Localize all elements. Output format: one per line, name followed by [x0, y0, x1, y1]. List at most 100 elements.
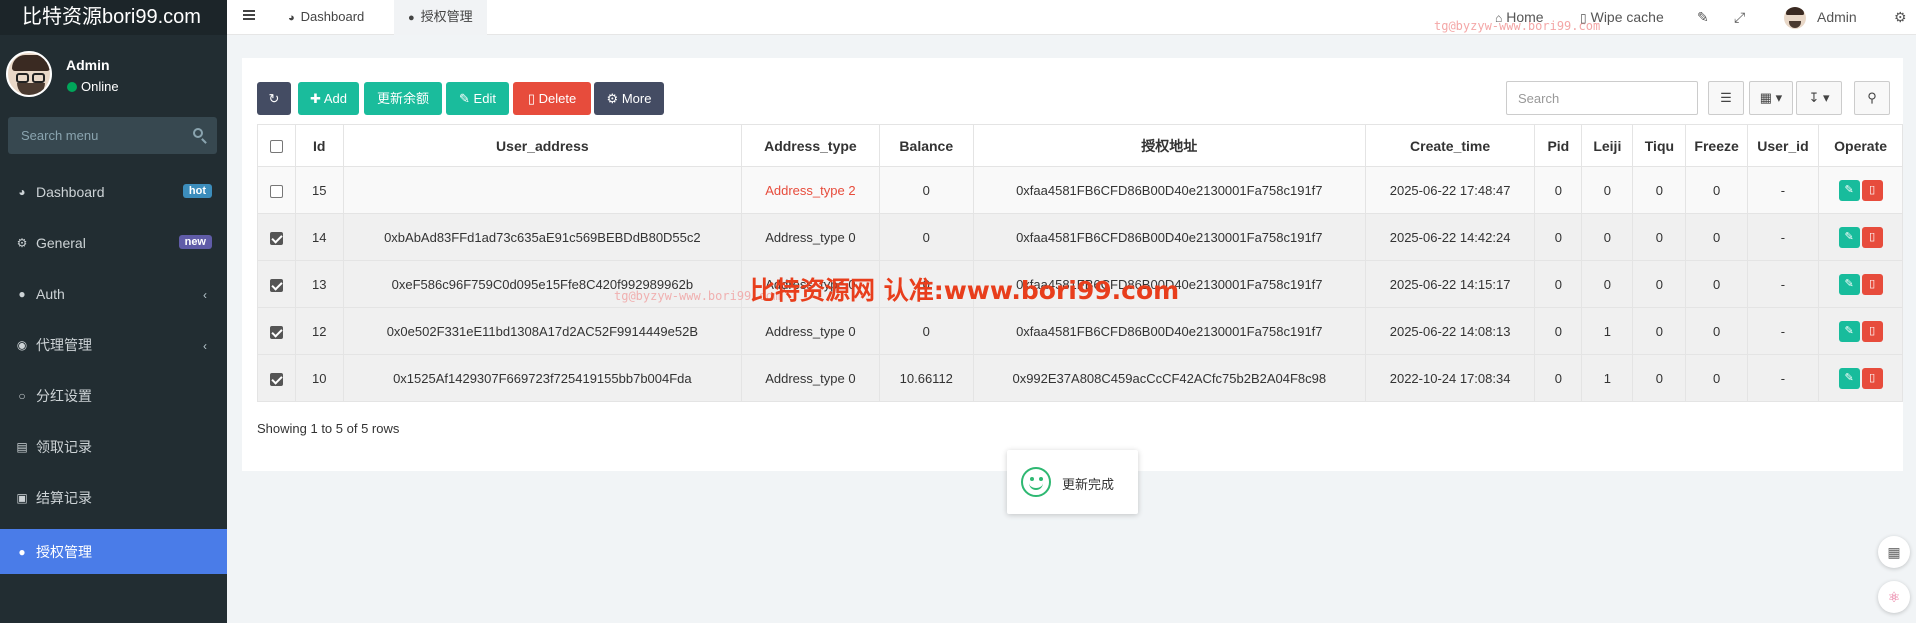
cell-freeze: 0 [1685, 307, 1748, 355]
column-header[interactable]: Address_type [740, 124, 880, 167]
refresh-button[interactable]: ↻ [257, 82, 291, 115]
cell-user-address [342, 166, 742, 214]
column-header[interactable]: Freeze [1685, 124, 1748, 167]
users-icon: ● [18, 544, 26, 559]
menu-toggle-icon[interactable] [243, 10, 255, 20]
column-header[interactable]: User_id [1746, 124, 1820, 167]
grid-icon: ▦ ▾ [1759, 90, 1783, 105]
sidebar-item-dashboard[interactable]: ◕ Dashboard hot [0, 166, 227, 217]
select-all-header[interactable] [257, 124, 296, 167]
row-delete-button[interactable]: ▯ [1861, 179, 1883, 201]
home-link[interactable]: ⌂ Home [1495, 0, 1544, 35]
cell-tiqu: 0 [1632, 213, 1687, 261]
avatar [6, 51, 52, 97]
top-navbar: ◕ Dashboard ● 授权管理 tg@byzyw-www.bori99.com… [227, 0, 1916, 35]
language-button[interactable]: ✎ [1697, 0, 1709, 35]
row-checkbox[interactable] [269, 184, 283, 198]
admin-menu[interactable]: Admin [1817, 0, 1857, 35]
cell-leiji: 1 [1581, 354, 1634, 402]
qr-code-button[interactable]: ▦ [1878, 536, 1910, 568]
cell-user-id: - [1746, 213, 1820, 261]
circle-icon: ○ [18, 388, 26, 403]
sidebar-item-dividend[interactable]: ○ 分红设置 [0, 370, 227, 421]
tab-dashboard[interactable]: ◕ Dashboard [274, 0, 378, 35]
table-header-row: Id User_address Address_type Balance 授权地… [257, 124, 1903, 167]
more-button[interactable]: ⚙ More [594, 82, 664, 115]
cell-create-time: 2022-10-24 17:08:34 [1364, 354, 1536, 402]
cell-freeze: 0 [1685, 354, 1748, 402]
cell-freeze: 0 [1685, 166, 1748, 214]
app-logo[interactable]: 比特资源bori99.com [0, 0, 227, 35]
columns-button[interactable]: ▦ ▾ [1749, 81, 1793, 115]
translate-button[interactable]: ⚛ [1878, 581, 1910, 613]
add-button[interactable]: ✚ Add [298, 82, 359, 115]
cell-auth-address: 0xfaa4581FB6CFD86B00D40e2130001Fa758c191… [972, 213, 1366, 261]
update-balance-button[interactable]: 更新余额 [364, 82, 442, 115]
cell-tiqu: 0 [1632, 166, 1687, 214]
data-table: Id User_address Address_type Balance 授权地… [257, 124, 1903, 402]
row-delete-button[interactable]: ▯ [1861, 367, 1883, 389]
watermark-banner: 比特资源网 认准:www.bori99.com [750, 276, 1180, 305]
advanced-search-button[interactable]: ⚲ [1854, 81, 1890, 115]
row-delete-button[interactable]: ▯ [1861, 320, 1883, 342]
column-header[interactable]: Id [294, 124, 344, 167]
column-header[interactable]: Pid [1534, 124, 1583, 167]
row-edit-button[interactable]: ✎ [1838, 367, 1860, 389]
search-icon[interactable] [193, 128, 203, 138]
row-edit-button[interactable]: ✎ [1838, 273, 1860, 295]
sidebar-item-general[interactable]: ⚙ General new [0, 217, 227, 268]
table-row[interactable]: 15 Address_type 2 0 0xfaa4581FB6CFD86B00… [257, 166, 1903, 214]
sidebar-item-auth[interactable]: ● Auth ‹ [0, 268, 227, 319]
column-header[interactable]: 授权地址 [972, 124, 1366, 167]
table-search-input[interactable] [1506, 81, 1698, 115]
row-edit-button[interactable]: ✎ [1838, 179, 1860, 201]
cell-id: 13 [294, 260, 344, 308]
row-delete-button[interactable]: ▯ [1861, 273, 1883, 295]
table-row[interactable]: 14 0xbAbAd83FFd1ad73c635aE91c569BEBDdB80… [257, 213, 1903, 261]
avatar[interactable] [1784, 7, 1806, 29]
toast-message: 更新完成 [1007, 450, 1138, 514]
cell-tiqu: 0 [1632, 354, 1687, 402]
cell-balance: 10.66112 [878, 354, 974, 402]
fullscreen-button[interactable]: ⤢ [1734, 0, 1745, 35]
column-header[interactable]: User_address [342, 124, 742, 167]
menu-search [8, 117, 217, 154]
sidebar-menu: ◕ Dashboard hot ⚙ General new ● Auth ‹ ◉… [0, 166, 227, 574]
column-header[interactable]: Tiqu [1632, 124, 1687, 167]
wipe-cache-link[interactable]: ▯ Wipe cache [1580, 0, 1664, 35]
cell-balance: 0 [878, 213, 974, 261]
cell-freeze: 0 [1685, 260, 1748, 308]
trash-icon: ▯ [1580, 11, 1587, 25]
column-header[interactable]: Leiji [1581, 124, 1634, 167]
plus-icon: ✚ [310, 91, 324, 106]
row-checkbox[interactable] [269, 231, 283, 245]
row-delete-button[interactable]: ▯ [1861, 226, 1883, 248]
sidebar-item-agent[interactable]: ◉ 代理管理 ‹ [0, 319, 227, 370]
menu-search-input[interactable] [8, 117, 188, 154]
sidebar-item-authorization[interactable]: ● 授权管理 [0, 529, 227, 574]
cell-leiji: 1 [1581, 307, 1634, 355]
home-icon: ⌂ [1495, 11, 1503, 25]
select-all-checkbox[interactable] [269, 140, 283, 154]
export-button[interactable]: ↧ ▾ [1796, 81, 1842, 115]
download-icon: ↧ ▾ [1808, 90, 1830, 105]
row-checkbox[interactable] [269, 372, 283, 386]
table-row[interactable]: 12 0x0e502F331eE11bd1308A17d2AC52F991444… [257, 307, 1903, 355]
toggle-view-button[interactable]: ☰ [1708, 81, 1744, 115]
sidebar-item-claims[interactable]: ▤ 领取记录 [0, 421, 227, 472]
column-header[interactable]: Balance [878, 124, 974, 167]
dashboard-icon: ◕ [288, 12, 295, 24]
delete-button[interactable]: ▯ Delete [513, 82, 591, 115]
row-checkbox[interactable] [269, 278, 283, 292]
column-header[interactable]: Create_time [1364, 124, 1536, 167]
tab-authorization[interactable]: ● 授权管理 [394, 0, 487, 35]
cell-auth-address: 0xfaa4581FB6CFD86B00D40e2130001Fa758c191… [972, 307, 1366, 355]
row-edit-button[interactable]: ✎ [1838, 320, 1860, 342]
sidebar-item-settlement[interactable]: ▣ 结算记录 [0, 472, 227, 523]
settings-button[interactable]: ⚙ [1894, 0, 1907, 35]
cell-tiqu: 0 [1632, 307, 1687, 355]
table-row[interactable]: 10 0x1525Af1429307F669723f725419155bb7b0… [257, 354, 1903, 402]
edit-button[interactable]: ✎ Edit [446, 82, 509, 115]
row-edit-button[interactable]: ✎ [1838, 226, 1860, 248]
row-checkbox[interactable] [269, 325, 283, 339]
